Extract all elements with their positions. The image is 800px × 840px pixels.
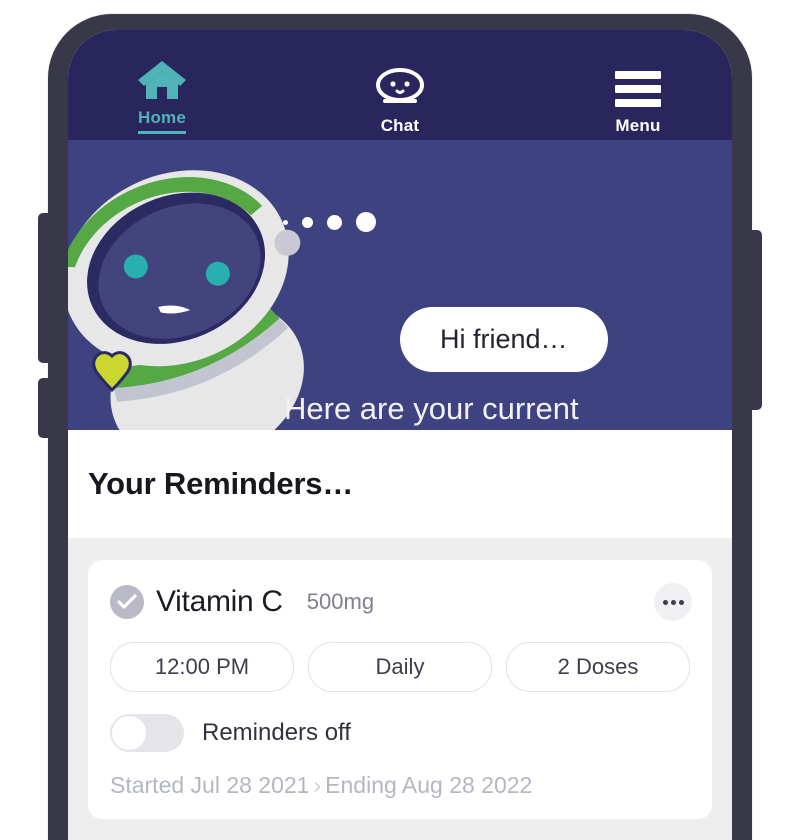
typing-dot <box>302 216 313 228</box>
reminder-toggle-row: Reminders off <box>110 714 690 752</box>
typing-indicator-dots <box>283 212 376 232</box>
toggle-knob <box>111 715 147 751</box>
reminder-end-date: Ending Aug 28 2022 <box>325 772 533 798</box>
robot-face-icon <box>373 64 427 110</box>
reminder-dose: 500mg <box>306 589 375 614</box>
reminder-name: Vitamin C <box>156 585 283 618</box>
chat-bubble: Hi friend… <box>400 307 608 372</box>
top-navigation-bar: Home Chat Menu <box>68 30 732 140</box>
nav-item-chat-label: Chat <box>380 116 420 135</box>
volume-up-button[interactable] <box>38 213 52 363</box>
reminder-chip-row: 12:00 PM Daily 2 Doses <box>110 642 690 692</box>
reminder-list: Vitamin C 500mg 12:00 PM Daily 2 Doses R… <box>68 538 732 840</box>
reminder-start-date: Started Jul 28 2021 <box>110 772 310 798</box>
nav-item-menu[interactable]: Menu <box>578 64 698 134</box>
hero-headline: Here are your current reminders… <box>284 391 579 426</box>
nav-item-menu-label: Menu <box>615 116 661 135</box>
reminder-card-header: Vitamin C 500mg <box>110 582 692 622</box>
nav-item-chat[interactable]: Chat <box>340 64 460 134</box>
reminders-toggle[interactable] <box>110 714 184 752</box>
typing-dot <box>327 214 342 230</box>
reminder-chip-doses[interactable]: 2 Doses <box>506 642 690 692</box>
more-horizontal-icon[interactable] <box>654 583 692 621</box>
reminders-toggle-label: Reminders off <box>202 719 351 746</box>
page-title: Your Reminders… <box>88 466 354 501</box>
volume-down-button[interactable] <box>38 378 52 438</box>
nav-item-home-label: Home <box>137 109 187 134</box>
hamburger-icon <box>615 64 661 110</box>
nav-item-home[interactable]: Home <box>102 56 222 134</box>
reminder-chip-frequency[interactable]: Daily <box>308 642 492 692</box>
screenshot-stage: Home Chat Menu Hi friend… Here are your … <box>0 0 800 840</box>
reminder-chip-time[interactable]: 12:00 PM <box>110 642 294 692</box>
date-separator: › <box>313 772 322 798</box>
hero-banner: Hi friend… Here are your current reminde… <box>68 140 732 430</box>
reminder-date-range: Started Jul 28 2021 › Ending Aug 28 2022 <box>110 772 690 799</box>
phone-screen: Home Chat Menu Hi friend… Here are your … <box>68 30 732 840</box>
power-button[interactable] <box>748 230 762 410</box>
section-title-band: Your Reminders… <box>68 430 732 538</box>
reminder-card[interactable]: Vitamin C 500mg 12:00 PM Daily 2 Doses R… <box>88 560 712 819</box>
home-icon <box>136 56 188 102</box>
check-circle-icon <box>110 585 144 619</box>
typing-dot <box>356 212 376 232</box>
typing-dot <box>283 219 288 225</box>
